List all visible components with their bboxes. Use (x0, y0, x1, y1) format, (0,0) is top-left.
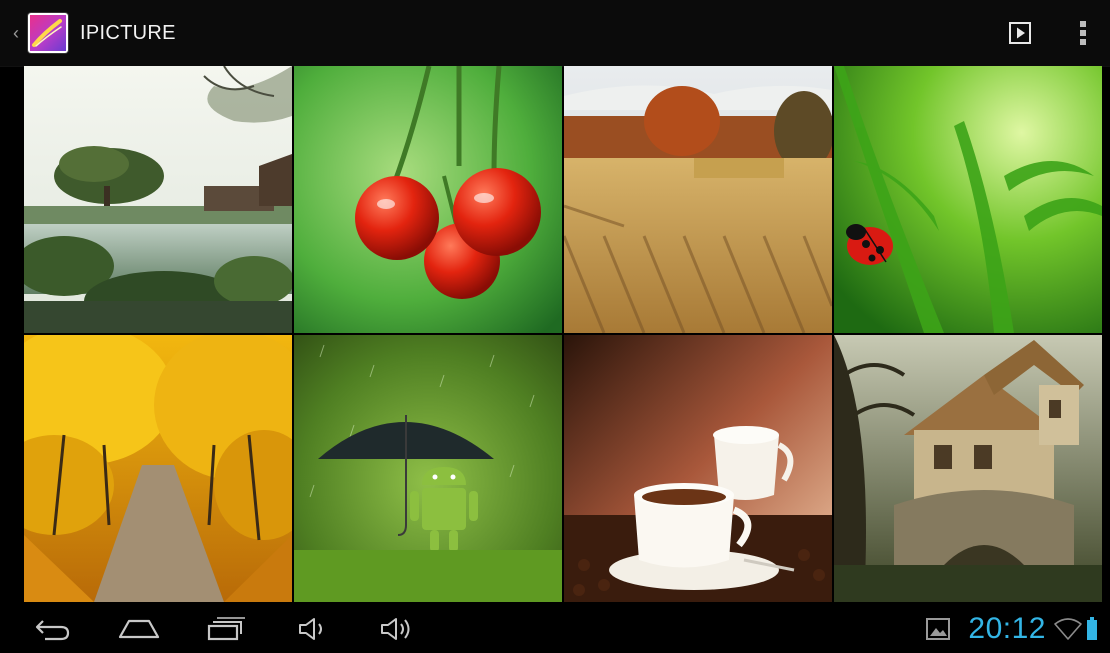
system-bar: 20:12 (0, 604, 1110, 653)
back-icon (35, 619, 70, 640)
up-caret-icon[interactable]: ‹ (6, 0, 26, 66)
volume-up-icon (381, 617, 410, 640)
volume-down-button[interactable] (288, 604, 338, 653)
play-icon (1009, 22, 1031, 44)
photo-thumbnail-autumn-road[interactable] (24, 335, 292, 602)
app-title: IPICTURE (80, 21, 176, 44)
status-area[interactable]: 20:12 (926, 612, 1098, 646)
clock: 20:12 (968, 611, 1046, 645)
overflow-menu-button[interactable] (1068, 11, 1098, 55)
battery-icon (1087, 616, 1097, 640)
volume-up-button[interactable] (372, 604, 422, 653)
recents-icon (207, 616, 245, 640)
photo-thumbnail-android-umbrella[interactable] (294, 335, 562, 602)
overflow-menu-icon (1080, 21, 1086, 45)
back-button[interactable] (28, 604, 78, 653)
home-button[interactable] (114, 604, 164, 653)
gallery-screen: ‹ IPICTURE 20:12 (0, 0, 1110, 653)
photo-thumbnail-coffee[interactable] (564, 335, 832, 602)
home-icon (118, 619, 160, 638)
photo-thumbnail-ladybug[interactable] (834, 66, 1102, 333)
gallery-app-icon[interactable] (28, 13, 68, 53)
volume-down-icon (299, 617, 322, 640)
wifi-icon (1054, 617, 1082, 640)
photo-thumbnail-cherries[interactable] (294, 66, 562, 333)
photo-thumbnail-tree-house[interactable] (834, 335, 1102, 602)
photo-thumbnail-wheat-field[interactable] (564, 66, 832, 333)
screenshot-icon (926, 617, 951, 640)
action-bar: ‹ IPICTURE (0, 0, 1110, 67)
recents-button[interactable] (200, 604, 250, 653)
slideshow-button[interactable] (998, 11, 1042, 55)
photo-grid (24, 66, 1102, 602)
photo-thumbnail-garden-lake[interactable] (24, 66, 292, 333)
